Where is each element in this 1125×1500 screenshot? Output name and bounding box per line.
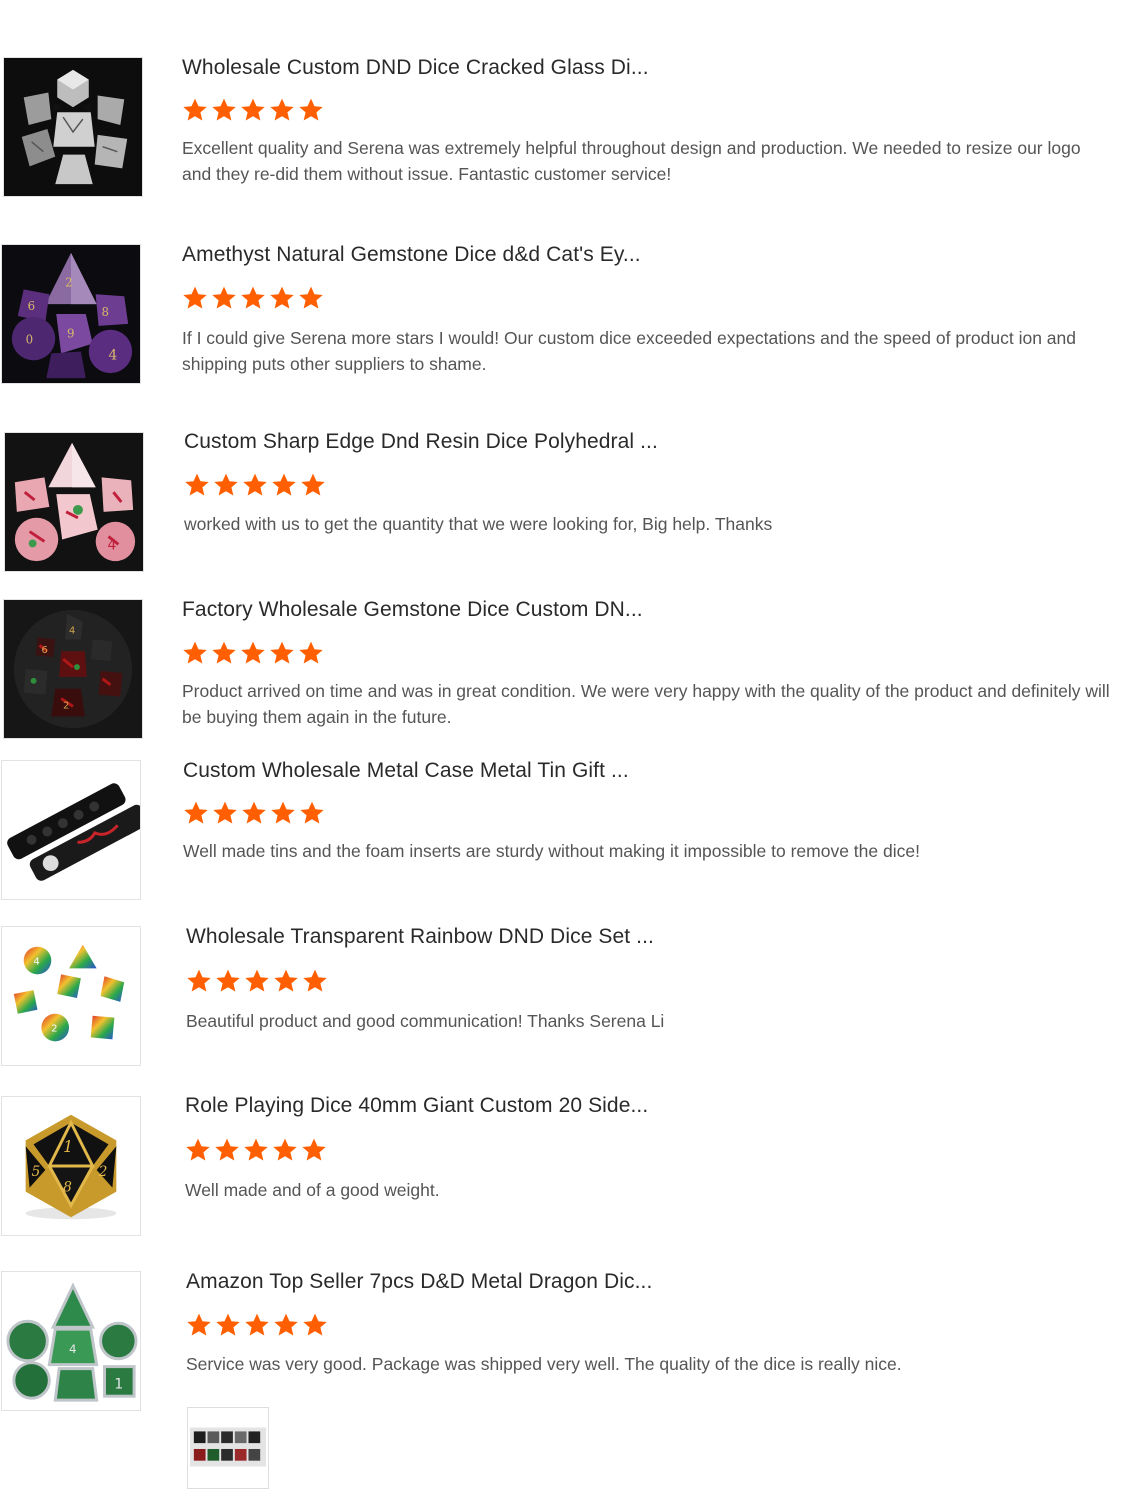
star-icon	[215, 1138, 239, 1161]
product-title[interactable]: Custom Sharp Edge Dnd Resin Dice Polyhed…	[184, 430, 658, 454]
star-icon	[186, 1138, 210, 1161]
svg-text:4: 4	[108, 347, 117, 363]
product-thumbnail[interactable]	[1, 760, 141, 900]
star-rating	[182, 97, 324, 123]
product-title[interactable]: Factory Wholesale Gemstone Dice Custom D…	[182, 598, 643, 622]
star-icon	[212, 641, 236, 664]
star-rating	[186, 968, 328, 994]
review-text: If I could give Serena more stars I woul…	[182, 328, 1076, 374]
svg-text:5: 5	[32, 1164, 41, 1180]
star-icon	[245, 1313, 269, 1336]
star-icon	[184, 801, 208, 824]
star-rating	[184, 472, 326, 498]
product-thumbnail[interactable]: 4 6 2	[3, 599, 143, 739]
review-text: Well made tins and the foam inserts are …	[183, 841, 920, 861]
star-icon	[183, 98, 207, 121]
star-icon	[242, 801, 266, 824]
review-text: Product arrived on time and was in great…	[182, 681, 1110, 727]
star-icon	[302, 1138, 326, 1161]
star-icon	[241, 98, 265, 121]
product-title[interactable]: Custom Wholesale Metal Case Metal Tin Gi…	[183, 759, 629, 783]
product-thumbnail[interactable]: 2 6 8 0 9 4	[1, 244, 141, 384]
svg-text:2: 2	[51, 1023, 57, 1034]
svg-text:1: 1	[114, 1376, 123, 1392]
star-icon	[299, 98, 323, 121]
product-title[interactable]: Wholesale Transparent Rainbow DND Dice S…	[186, 925, 654, 949]
star-icon	[301, 473, 325, 496]
product-thumbnail[interactable]: 1 5 2 8	[1, 1096, 141, 1236]
star-icon	[185, 473, 209, 496]
star-rating	[183, 800, 325, 826]
star-icon	[245, 969, 269, 992]
product-title[interactable]: Role Playing Dice 40mm Giant Custom 20 S…	[185, 1094, 648, 1118]
star-icon	[273, 1138, 297, 1161]
star-icon	[216, 1313, 240, 1336]
star-icon	[303, 1313, 327, 1336]
product-thumbnail[interactable]: 4 2	[1, 926, 141, 1066]
star-icon	[241, 641, 265, 664]
review-text: Well made and of a good weight.	[185, 1180, 440, 1200]
review-text: Excellent quality and Serena was extreme…	[182, 138, 1081, 184]
svg-text:4: 4	[108, 537, 117, 553]
star-icon	[303, 969, 327, 992]
svg-text:2: 2	[63, 700, 69, 711]
product-thumbnail[interactable]	[3, 57, 143, 197]
star-icon	[243, 473, 267, 496]
svg-text:1: 1	[63, 1137, 73, 1156]
star-icon	[187, 1313, 211, 1336]
review-text: worked with us to get the quantity that …	[184, 514, 773, 534]
star-rating	[182, 285, 324, 311]
star-icon	[299, 286, 323, 309]
svg-text:0: 0	[26, 333, 34, 347]
product-title[interactable]: Wholesale Custom DND Dice Cracked Glass …	[182, 56, 649, 80]
star-rating	[186, 1312, 328, 1338]
svg-text:8: 8	[102, 305, 110, 319]
product-title[interactable]: Amazon Top Seller 7pcs D&D Metal Dragon …	[186, 1270, 652, 1294]
star-icon	[244, 1138, 268, 1161]
svg-text:4: 4	[34, 956, 40, 967]
svg-text:8: 8	[63, 1180, 72, 1196]
star-icon	[299, 641, 323, 664]
star-icon	[274, 1313, 298, 1336]
star-icon	[183, 286, 207, 309]
svg-text:4: 4	[69, 626, 75, 637]
star-rating	[185, 1137, 327, 1163]
product-thumbnail[interactable]: 4	[4, 432, 144, 572]
svg-text:6: 6	[28, 299, 36, 313]
product-title[interactable]: Amethyst Natural Gemstone Dice d&d Cat's…	[182, 243, 641, 267]
svg-text:9: 9	[67, 327, 75, 341]
review-text: Service was very good. Package was shipp…	[186, 1354, 902, 1374]
star-icon	[300, 801, 324, 824]
star-icon	[270, 641, 294, 664]
review-photo-thumbnail[interactable]	[187, 1407, 269, 1489]
star-icon	[212, 286, 236, 309]
star-icon	[213, 801, 237, 824]
star-icon	[216, 969, 240, 992]
star-icon	[241, 286, 265, 309]
star-icon	[270, 286, 294, 309]
svg-text:6: 6	[41, 645, 47, 656]
star-icon	[212, 98, 236, 121]
svg-text:4: 4	[69, 1342, 77, 1356]
star-icon	[271, 801, 295, 824]
svg-text:2: 2	[98, 1164, 108, 1180]
star-icon	[183, 641, 207, 664]
review-text: Beautiful product and good communication…	[186, 1011, 665, 1031]
star-rating	[182, 640, 324, 666]
star-icon	[272, 473, 296, 496]
star-icon	[274, 969, 298, 992]
star-icon	[270, 98, 294, 121]
star-icon	[187, 969, 211, 992]
star-icon	[214, 473, 238, 496]
product-thumbnail[interactable]: 1 4	[1, 1271, 141, 1411]
svg-text:2: 2	[65, 275, 73, 289]
